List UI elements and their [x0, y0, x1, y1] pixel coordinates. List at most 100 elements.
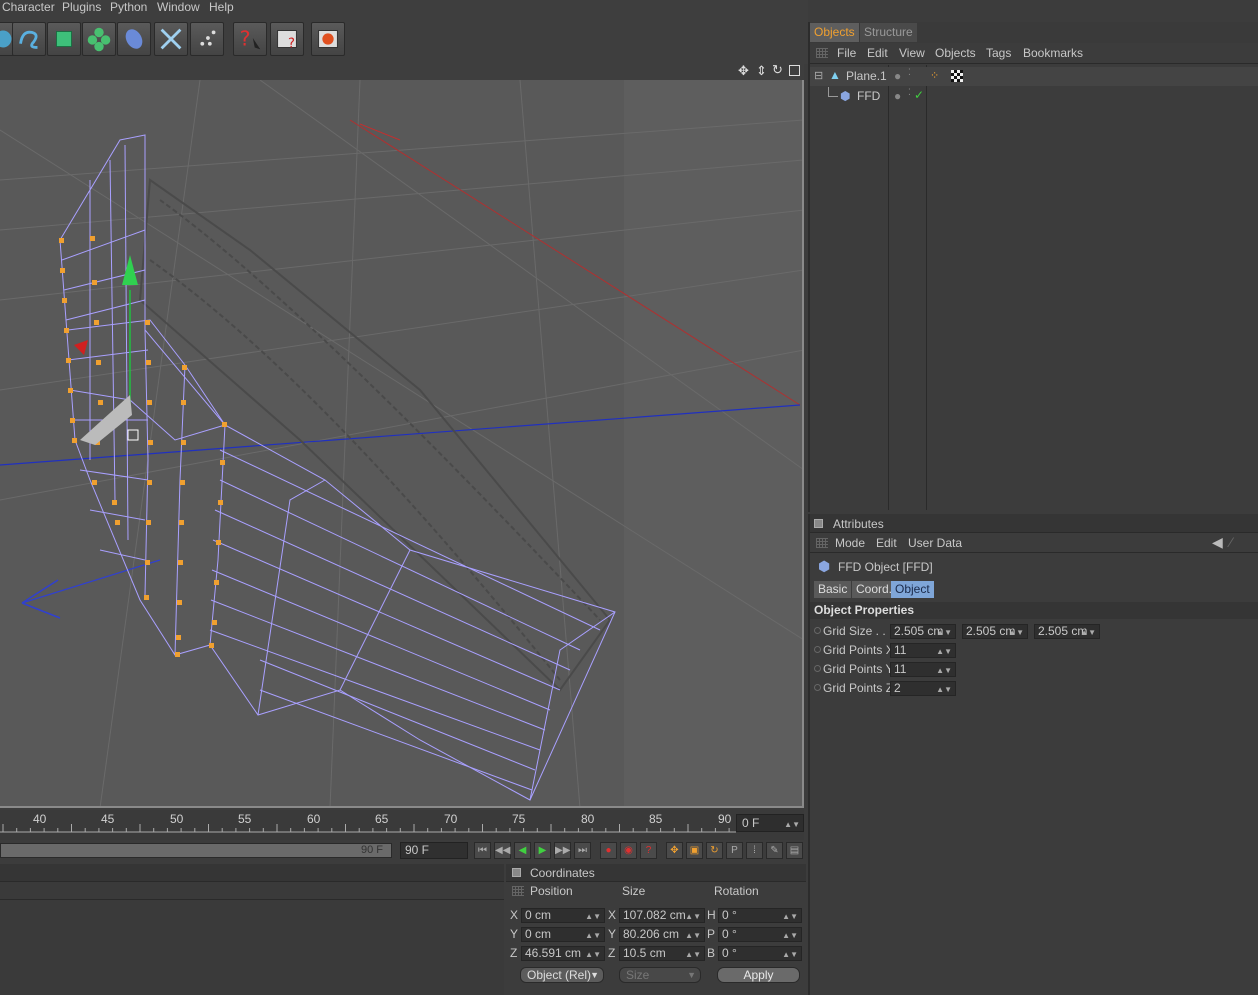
rotation-header: Rotation [714, 884, 759, 898]
object-tabs: Objects Structure [810, 22, 1258, 43]
tree-row[interactable]: ⬢ FFD ● ⁚ ✓ [810, 87, 1258, 106]
render-view-icon[interactable] [311, 22, 345, 56]
grid-points-x-field[interactable]: 11 ▲▼ [890, 643, 956, 658]
environment-icon[interactable] [117, 22, 151, 56]
keyframe-help-icon[interactable]: ? [640, 842, 657, 859]
key-position-icon[interactable]: ✥ [666, 842, 683, 859]
menu-edit[interactable]: Edit [876, 536, 897, 550]
goto-start-icon[interactable]: ⏮ [474, 842, 491, 859]
grip-icon [512, 886, 524, 896]
help-cursor-icon[interactable]: ? [233, 22, 267, 56]
size-header: Size [622, 884, 646, 898]
current-frame-field[interactable]: 0 F ▲▼ [736, 814, 804, 832]
grid-points-y-value: 11 [894, 662, 907, 676]
render-settings-icon[interactable]: ? [270, 22, 304, 56]
back-arrow-icon[interactable]: ◀ [1212, 534, 1223, 551]
camera-icon[interactable] [154, 22, 188, 56]
timeline-ruler[interactable]: 40 45 50 55 60 65 70 75 80 85 90 0 F ▲▼ [0, 810, 804, 840]
key-param-icon[interactable]: P [726, 842, 743, 859]
menu-mode[interactable]: Mode [835, 536, 865, 550]
menu-python[interactable]: Python [110, 0, 147, 14]
key-scale-icon[interactable]: ▣ [686, 842, 703, 859]
grid-points-z-field[interactable]: 2 ▲▼ [890, 681, 956, 696]
anim-dot-icon[interactable] [814, 684, 821, 691]
rot-axis-label: B [707, 946, 716, 960]
rotation-p-field[interactable]: 0 ° ▲▼ [718, 927, 802, 942]
tree-item-label[interactable]: Plane.1 [846, 69, 887, 83]
rotate-view-icon[interactable]: ↻ [772, 62, 783, 78]
record-icon[interactable]: ● [600, 842, 617, 859]
render-dot-icon[interactable]: ⁚ [908, 87, 911, 98]
size-mode-select[interactable]: Size ▼ [619, 967, 701, 983]
key-points-icon[interactable]: ⁞ [746, 842, 763, 859]
grid-points-y-field[interactable]: 11 ▲▼ [890, 662, 956, 677]
particle-icon[interactable] [190, 22, 224, 56]
menu-view[interactable]: View [899, 46, 925, 60]
prev-key-icon[interactable]: ◀◀ [494, 842, 511, 859]
menu-user-data[interactable]: User Data [908, 536, 962, 550]
goto-end-icon[interactable]: ⏭ [574, 842, 591, 859]
menu-help[interactable]: Help [209, 0, 234, 14]
viewport-header: ✥ ⇕ ↻ [0, 62, 804, 80]
size-y-field[interactable]: 80.206 cm ▲▼ [619, 927, 705, 942]
anim-dot-icon[interactable] [814, 665, 821, 672]
collapse-icon[interactable]: ⊟ [814, 69, 823, 82]
edit-arrow-icon[interactable]: ⁄ [1230, 534, 1232, 550]
menu-file[interactable]: File [837, 46, 856, 60]
menu-character[interactable]: Character [2, 0, 55, 14]
position-header: Position [530, 884, 573, 898]
position-z-field[interactable]: 46.591 cm ▲▼ [521, 946, 605, 961]
play-backward-icon[interactable]: ◀ [514, 842, 531, 859]
tag-icon[interactable]: ⁘ [930, 69, 939, 82]
auto-key-icon[interactable]: ◉ [620, 842, 637, 859]
rotation-b-field[interactable]: 0 ° ▲▼ [718, 946, 802, 961]
time-slider[interactable]: 90 F [0, 843, 392, 858]
deformer-icon[interactable] [82, 22, 116, 56]
tab-objects[interactable]: Objects [810, 23, 859, 42]
anim-dot-icon[interactable] [814, 646, 821, 653]
menu-plugins[interactable]: Plugins [62, 0, 101, 14]
grid-size-y-field[interactable]: 2.505 cm ▲▼ [962, 624, 1028, 639]
tab-object[interactable]: Object [891, 581, 934, 598]
generator-icon[interactable] [12, 22, 46, 56]
menu-window[interactable]: Window [157, 0, 200, 14]
size-x-field[interactable]: 107.082 cm ▲▼ [619, 908, 705, 923]
timeline-settings-icon[interactable]: ▤ [786, 842, 803, 859]
tab-structure[interactable]: Structure [860, 23, 917, 42]
ffd-icon: ⬢ [818, 558, 831, 574]
enabled-check-icon[interactable]: ✓ [914, 88, 924, 102]
tab-basic[interactable]: Basic [814, 581, 852, 598]
apply-button[interactable]: Apply [717, 967, 800, 983]
visibility-dot-icon[interactable]: ● [894, 89, 901, 103]
menu-bookmarks[interactable]: Bookmarks [1023, 46, 1083, 60]
position-y-field[interactable]: 0 cm ▲▼ [521, 927, 605, 942]
material-tag-icon[interactable] [951, 70, 963, 82]
menu-tags[interactable]: Tags [986, 46, 1011, 60]
menu-edit[interactable]: Edit [867, 46, 888, 60]
next-key-icon[interactable]: ▶▶ [554, 842, 571, 859]
render-dot-icon[interactable]: ⁚ [908, 67, 911, 78]
viewport-3d[interactable] [0, 80, 804, 808]
size-z-field[interactable]: 10.5 cm ▲▼ [619, 946, 705, 961]
interpolation-icon[interactable]: ✎ [766, 842, 783, 859]
tab-coord[interactable]: Coord. [852, 581, 897, 598]
play-forward-icon[interactable]: ▶ [534, 842, 551, 859]
array-icon[interactable] [47, 22, 81, 56]
coord-mode-select[interactable]: Object (Rel) ▼ [520, 967, 604, 983]
anim-dot-icon[interactable] [814, 627, 821, 634]
tree-row[interactable]: ⊟ ▲ Plane.1 ● ⁚ ⁘ [810, 67, 1258, 86]
end-frame-field[interactable]: 90 F [400, 842, 468, 859]
section-title: Object Properties [814, 603, 915, 617]
position-y-value: 0 cm [525, 927, 552, 941]
grid-size-z-field[interactable]: 2.505 cm ▲▼ [1034, 624, 1100, 639]
menu-objects[interactable]: Objects [935, 46, 976, 60]
rotation-h-field[interactable]: 0 ° ▲▼ [718, 908, 802, 923]
visibility-dot-icon[interactable]: ● [894, 69, 901, 83]
key-rotation-icon[interactable]: ↻ [706, 842, 723, 859]
grid-size-x-field[interactable]: 2.505 cm ▲▼ [890, 624, 956, 639]
position-x-field[interactable]: 0 cm ▲▼ [521, 908, 605, 923]
move-view-icon[interactable]: ✥ [738, 63, 749, 79]
zoom-view-icon[interactable]: ⇕ [756, 63, 767, 79]
tree-item-label[interactable]: FFD [857, 89, 880, 103]
maximize-view-icon[interactable] [789, 65, 800, 76]
